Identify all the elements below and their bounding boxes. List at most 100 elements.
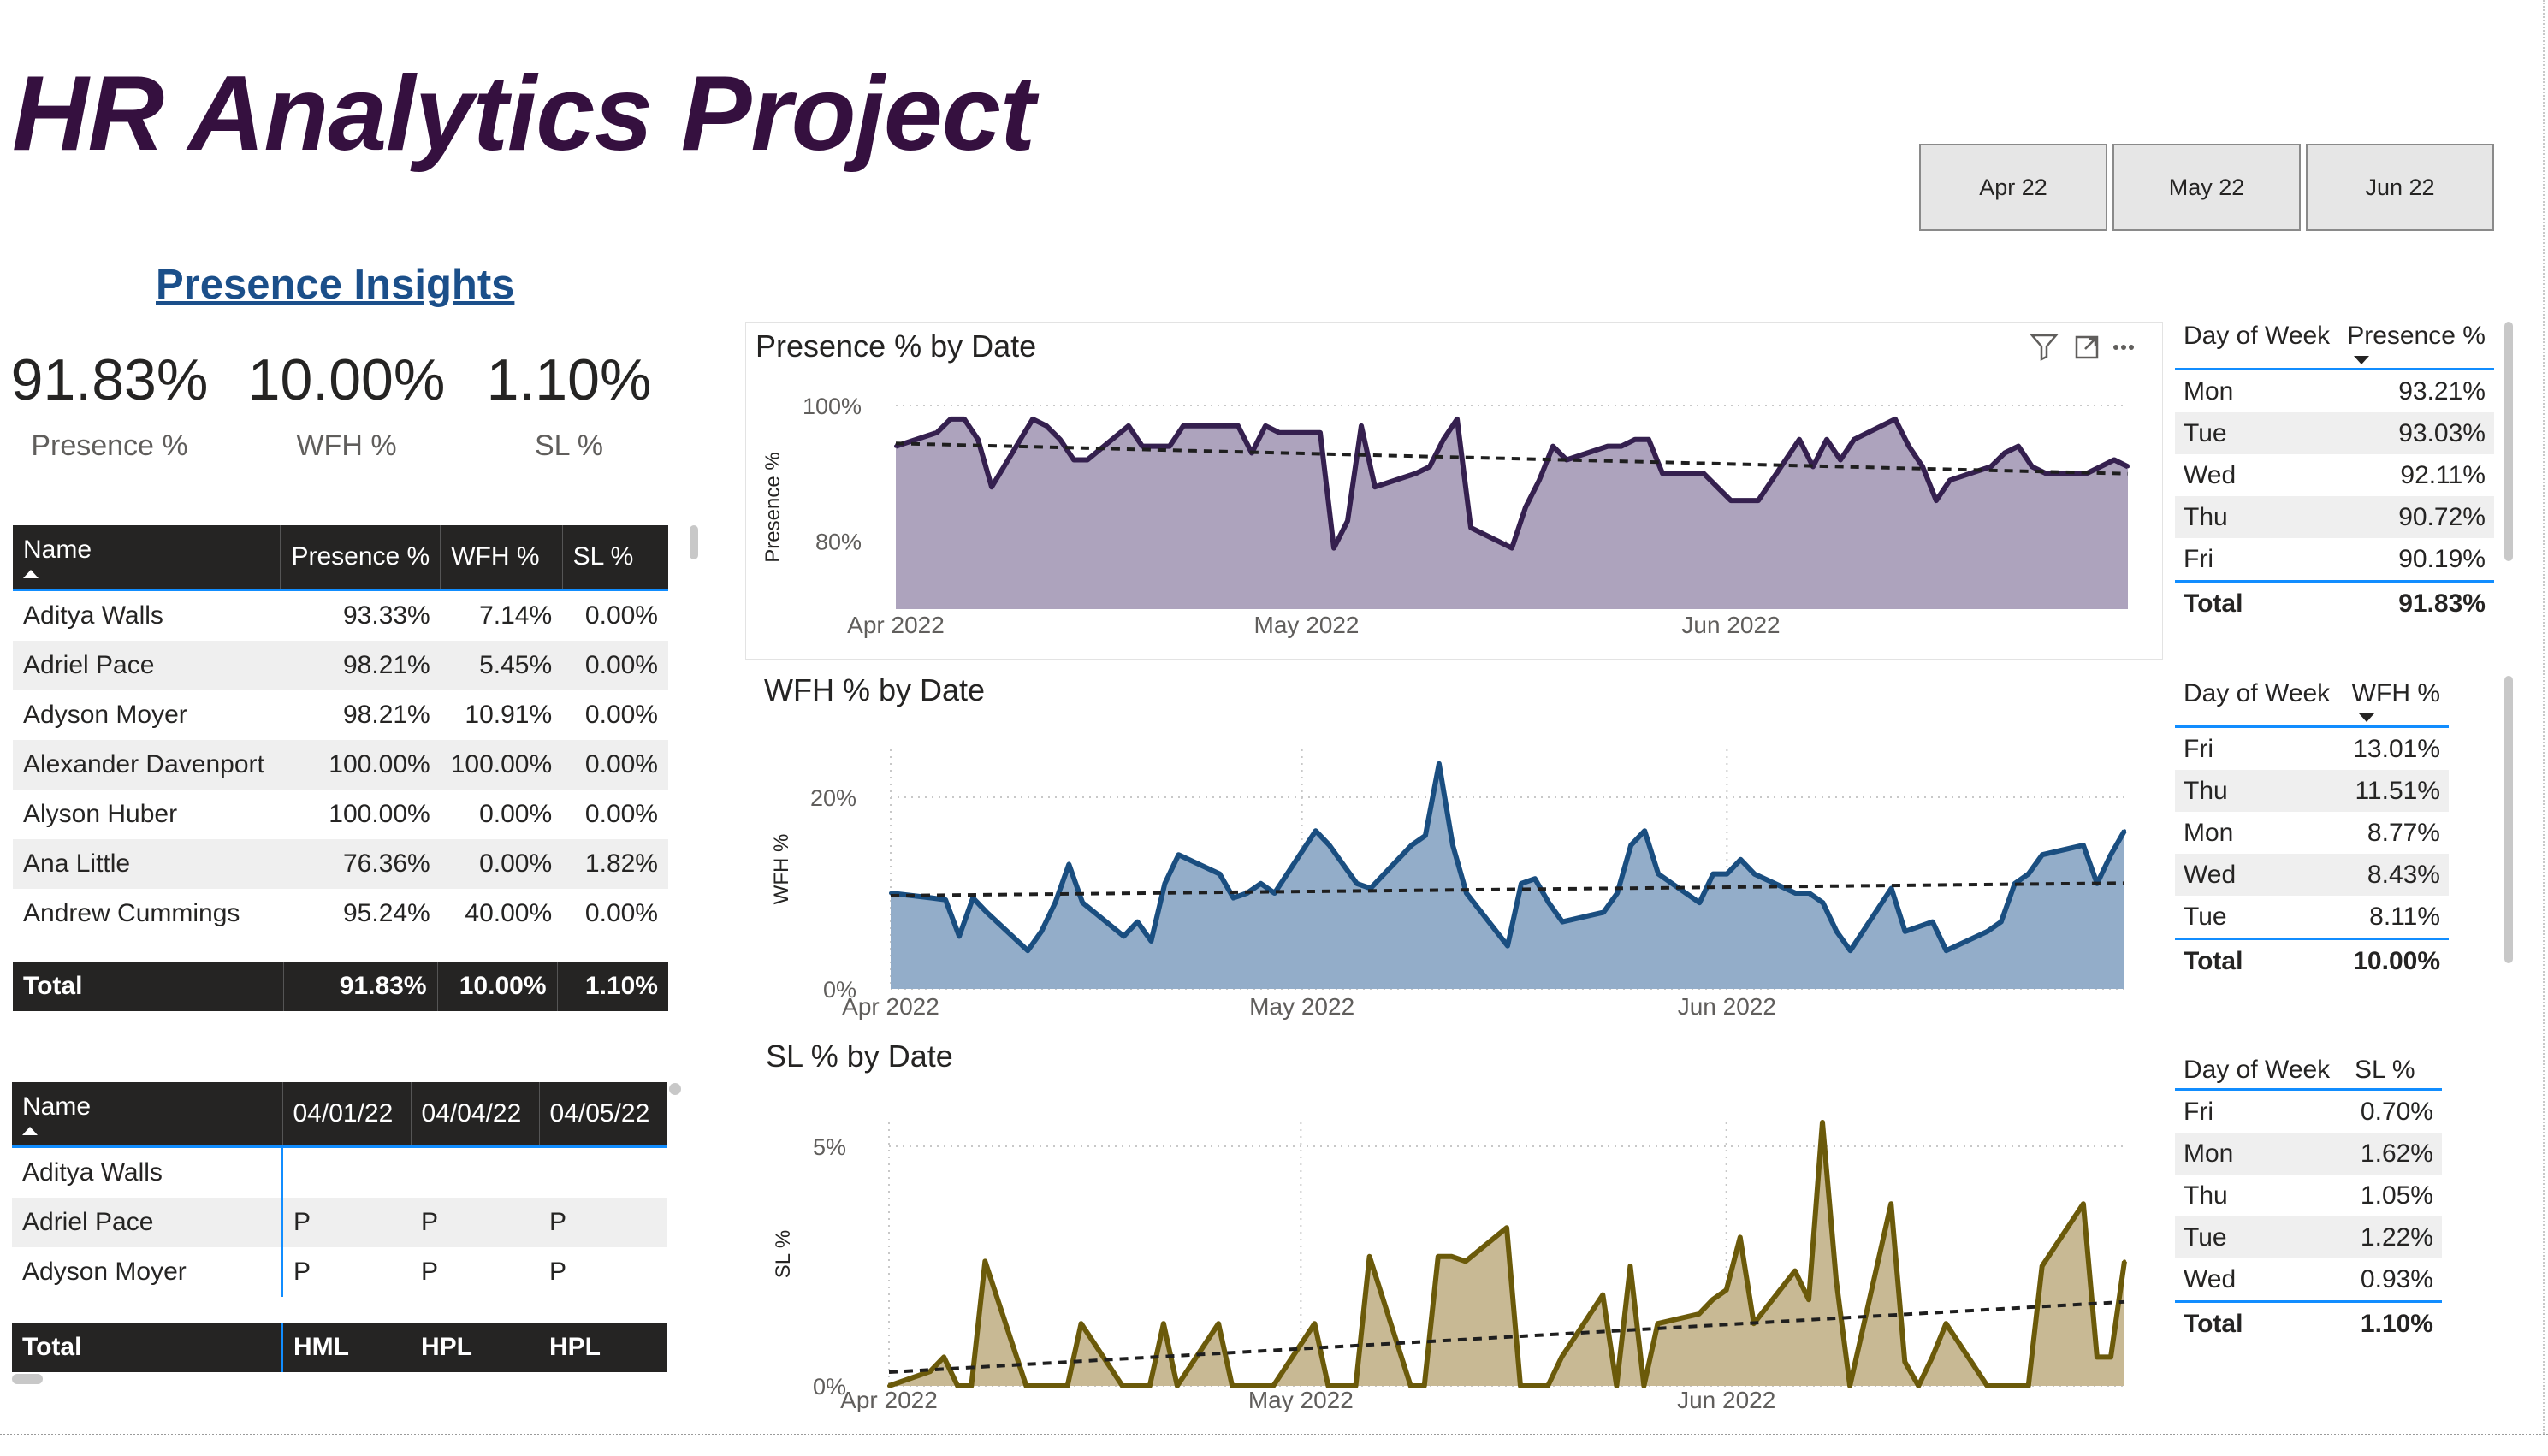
table-row[interactable]: Mon 93.21% — [2175, 370, 2494, 413]
total-date-2: HPL — [411, 1323, 539, 1372]
employee-table-scrollbar[interactable] — [690, 525, 698, 559]
total-label: Total — [2184, 589, 2243, 618]
table-row[interactable]: Wed 8.43% — [2175, 854, 2449, 896]
table-row[interactable]: Fri 0.70% — [2175, 1090, 2442, 1133]
total-label: Total — [2184, 946, 2243, 975]
col-header-presence[interactable]: Presence % — [280, 525, 441, 590]
table-row[interactable]: Wed 0.93% — [2175, 1258, 2442, 1302]
table-row[interactable]: Adyson Moyer P P P — [12, 1247, 667, 1297]
cell-wfh: 0.00% — [440, 839, 563, 889]
col-header-sl[interactable]: SL % — [561, 525, 668, 590]
table-row[interactable]: Alexander Davenport 100.00% 100.00% 0.00% — [13, 740, 668, 790]
data-point — [1147, 1384, 1152, 1388]
data-point — [1702, 471, 1705, 476]
table-row[interactable]: Mon 8.77% — [2175, 812, 2449, 854]
data-point — [1917, 925, 1921, 929]
table-row[interactable]: Tue 93.03% — [2175, 412, 2494, 454]
data-point — [1326, 1384, 1330, 1388]
cell-value: 0.93% — [2360, 1264, 2433, 1293]
data-point — [1271, 1384, 1276, 1388]
data-point — [1135, 920, 1140, 924]
table-row[interactable]: Adyson Moyer 98.21% 10.91% 0.00% — [13, 690, 668, 740]
table-row[interactable]: Adriel Pace P P P — [12, 1198, 667, 1247]
data-point — [1739, 857, 1743, 861]
col-header-name[interactable]: Name — [13, 525, 281, 590]
col-header-date-1[interactable]: 04/01/22 — [281, 1082, 411, 1147]
presence-insights-link[interactable]: Presence Insights — [156, 261, 514, 309]
table-row[interactable]: Aditya Walls 93.33% 7.14% 0.00% — [13, 590, 668, 642]
table-row[interactable]: Fri 90.19% — [2175, 538, 2494, 582]
col-header-sl[interactable]: SL % — [2346, 1056, 2442, 1090]
attendance-table-hscrollbar[interactable] — [12, 1374, 43, 1384]
filter-icon[interactable] — [2030, 334, 2059, 362]
slicer-may-22[interactable]: May 22 — [2112, 144, 2301, 231]
employee-table-viewport[interactable]: Name Presence % WFH % SL % Aditya Walls 9… — [13, 525, 668, 943]
col-header-day[interactable]: Day of Week — [2175, 679, 2344, 727]
table-row[interactable]: Wed 92.11% — [2175, 454, 2494, 496]
data-point — [1930, 1355, 1935, 1359]
focus-mode-icon[interactable] — [2075, 335, 2099, 359]
data-point — [2109, 853, 2112, 857]
data-point — [1469, 525, 1473, 530]
slicer-apr-22[interactable]: Apr 22 — [1919, 144, 2107, 231]
col-header-wfh[interactable]: WFH % — [2344, 679, 2449, 727]
total-value: 91.83% — [2398, 589, 2486, 618]
cell-value: 90.72% — [2338, 496, 2494, 538]
table-row[interactable]: Thu 1.05% — [2175, 1175, 2442, 1216]
data-point — [1134, 1384, 1138, 1388]
attendance-table-scrollbar[interactable] — [669, 1083, 681, 1095]
presence-by-day-scrollbar[interactable] — [2504, 322, 2513, 561]
table-row[interactable]: Alyson Huber 100.00% 0.00% 0.00% — [13, 790, 668, 839]
data-point — [1024, 1384, 1028, 1388]
cell-day: Wed — [2184, 460, 2237, 489]
data-point — [928, 1370, 933, 1374]
col-header-name[interactable]: Name — [12, 1082, 282, 1147]
presence-by-day-table[interactable]: Day of Week Presence % Mon 93.21% Tue 93.0… — [2175, 322, 2494, 624]
table-row[interactable]: Adriel Pace 98.21% 5.45% 0.00% — [13, 641, 668, 690]
kpi-sl-label: SL % — [534, 429, 603, 462]
attendance-table-viewport[interactable]: Name 04/01/22 04/04/22 04/05/22 Aditya W… — [12, 1082, 667, 1322]
data-point — [1346, 518, 1349, 523]
table-row[interactable]: Fri 13.01% — [2175, 727, 2449, 771]
sort-ascending-icon — [22, 1127, 38, 1135]
sl-by-day-table[interactable]: Day of Week SL % Fri 0.70% Mon 1.62% Thu 1.… — [2175, 1056, 2442, 1345]
presence-chart[interactable]: Apr 2022 May 2022 Jun 2022 100% 80% Presence … — [745, 368, 2131, 659]
data-point — [1149, 939, 1153, 943]
data-point — [1602, 910, 1606, 914]
table-row[interactable]: Tue 1.22% — [2175, 1216, 2442, 1258]
y-tick-label: 20% — [810, 785, 856, 811]
total-date-1: HML — [281, 1323, 411, 1372]
data-point — [2030, 465, 2034, 469]
sl-chart[interactable]: Apr 2022 May 2022 Jun 2022 5% 0% SL % — [745, 1086, 2131, 1412]
data-point — [2123, 1259, 2126, 1264]
wfh-by-day-scrollbar[interactable] — [2504, 676, 2513, 963]
col-header-date-3[interactable]: 04/05/22 — [538, 1082, 667, 1147]
table-row[interactable]: Andrew Cummings 95.24% 40.00% 0.00% — [13, 889, 668, 938]
col-header-day[interactable]: Day of Week — [2175, 322, 2338, 370]
cell-value: 1.62% — [2346, 1133, 2442, 1175]
data-point — [2112, 458, 2116, 462]
col-header-day[interactable]: Day of Week — [2175, 1056, 2346, 1090]
table-row[interactable]: Ana Little 76.36% 0.00% 1.82% — [13, 839, 668, 889]
wfh-chart[interactable]: Apr 2022 May 2022 Jun 2022 20% 0% WFH % — [745, 719, 2131, 1027]
col-header-presence[interactable]: Presence % — [2338, 322, 2494, 370]
table-row[interactable]: Aditya Walls — [12, 1146, 667, 1198]
table-row[interactable]: Thu 11.51% — [2175, 770, 2449, 812]
cell-name: Aditya Walls — [23, 601, 163, 630]
data-point — [2040, 1264, 2044, 1268]
table-row[interactable]: Thu 90.72% — [2175, 496, 2494, 538]
data-point — [1743, 499, 1746, 503]
more-options-icon[interactable] — [2113, 345, 2134, 350]
slicer-jun-22[interactable]: Jun 22 — [2306, 144, 2494, 231]
y-axis-title: SL % — [772, 1230, 795, 1278]
data-point — [1935, 499, 1938, 503]
wfh-by-day-table[interactable]: Day of Week WFH % Fri 13.01% Thu 11.51% Mo… — [2175, 679, 2449, 982]
table-row[interactable]: Tue 8.11% — [2175, 896, 2449, 939]
col-header-date-2[interactable]: 04/04/22 — [410, 1082, 539, 1147]
table-row[interactable]: Mon 1.62% — [2175, 1133, 2442, 1175]
cell-status: P — [549, 1258, 567, 1286]
data-point — [1053, 901, 1058, 905]
x-tick-label: Apr 2022 — [840, 1387, 938, 1412]
col-header-wfh[interactable]: WFH % — [440, 525, 563, 590]
data-point — [1244, 1384, 1248, 1388]
